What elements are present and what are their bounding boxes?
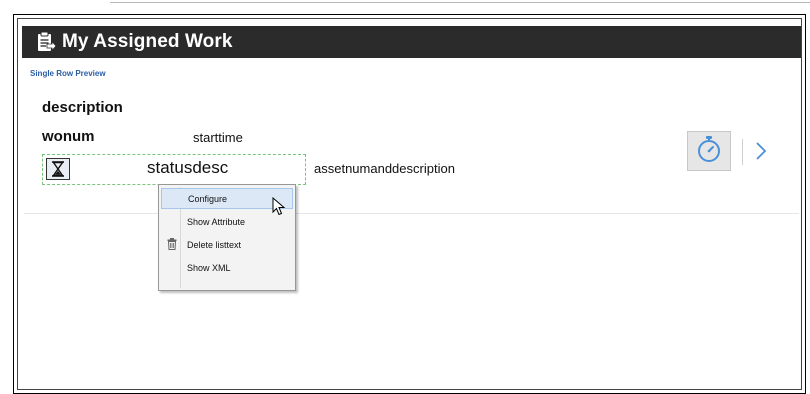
stopwatch-icon bbox=[695, 135, 723, 168]
menu-item-label: Configure bbox=[188, 193, 228, 204]
hourglass-icon bbox=[46, 158, 70, 180]
app-frame: My Assigned Work Single Row Preview desc… bbox=[13, 14, 806, 394]
starttime-field[interactable]: starttime bbox=[193, 130, 243, 145]
row-divider bbox=[24, 213, 799, 214]
top-divider bbox=[110, 2, 810, 3]
trash-icon bbox=[167, 238, 177, 250]
page-header: My Assigned Work bbox=[22, 26, 801, 58]
clipboard-arrow-icon bbox=[36, 31, 57, 53]
timer-button[interactable] bbox=[687, 131, 731, 171]
menu-item-label: Show XML bbox=[187, 262, 231, 273]
chevron-right-icon[interactable] bbox=[754, 139, 768, 163]
menu-item-show-xml[interactable]: Show XML bbox=[161, 257, 293, 278]
menu-item-label: Delete listtext bbox=[187, 239, 242, 250]
page-title: My Assigned Work bbox=[62, 31, 233, 52]
single-row-preview-label: Single Row Preview bbox=[30, 69, 106, 78]
description-field[interactable]: description bbox=[42, 99, 123, 116]
wonum-field[interactable]: wonum bbox=[42, 128, 95, 145]
app-frame-inner bbox=[17, 18, 802, 390]
statusdesc-field: statusdesc bbox=[147, 158, 229, 177]
asset-field[interactable]: assetnumanddescription bbox=[314, 161, 455, 176]
menu-item-delete-listtext[interactable]: Delete listtext bbox=[161, 234, 293, 255]
mouse-cursor-icon bbox=[272, 196, 286, 217]
button-separator bbox=[742, 139, 743, 165]
menu-item-label: Show Attribute bbox=[187, 216, 246, 227]
status-field-selected[interactable]: statusdesc bbox=[42, 154, 306, 185]
